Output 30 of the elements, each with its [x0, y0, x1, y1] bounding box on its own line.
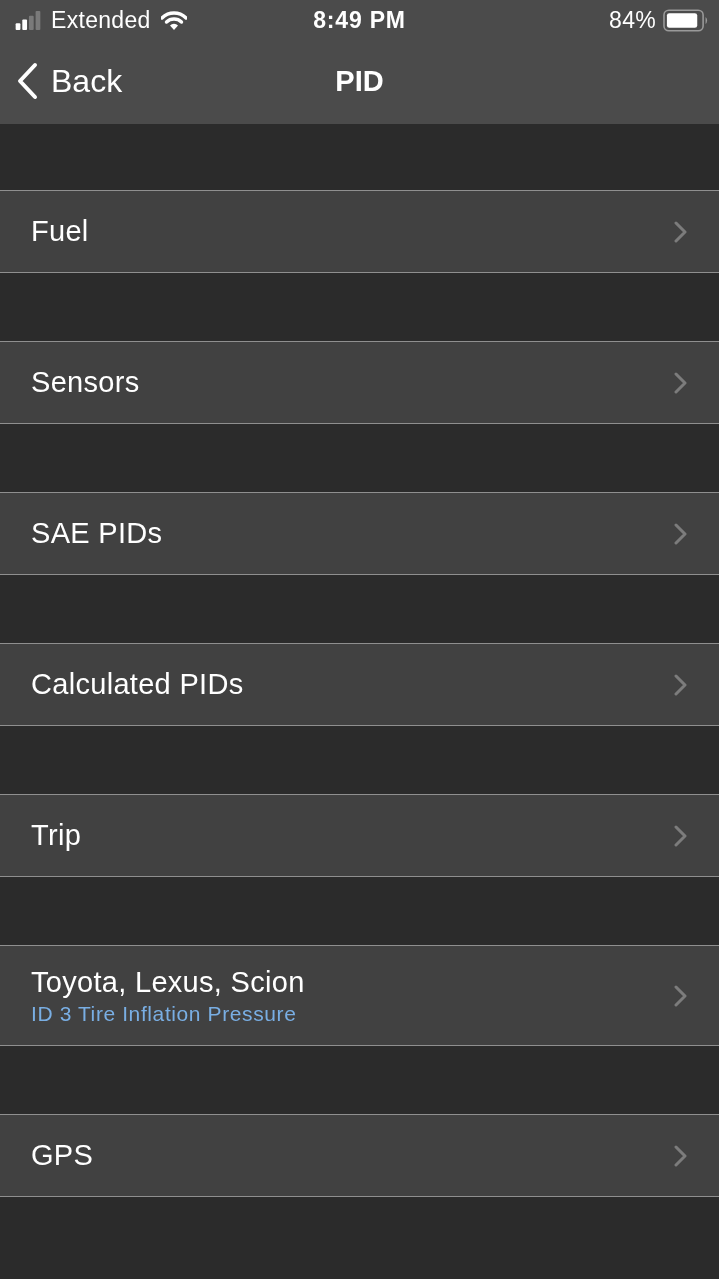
- battery-percent: 84%: [609, 6, 656, 34]
- menu-row[interactable]: Sensors: [0, 341, 719, 424]
- row-title: Calculated PIDs: [31, 668, 244, 701]
- row-title: Sensors: [31, 366, 140, 399]
- row-title: SAE PIDs: [31, 517, 163, 550]
- row-title: Toyota, Lexus, Scion: [31, 965, 305, 999]
- menu-row[interactable]: Toyota, Lexus, Scion ID 3 Tire Inflation Pressure: [0, 945, 719, 1046]
- chevron-right-icon: [674, 522, 687, 545]
- status-time: 8:49 PM: [313, 6, 406, 34]
- row-subtitle: ID 3 Tire Inflation Pressure: [31, 1001, 298, 1026]
- chevron-right-icon: [674, 824, 687, 847]
- chevron-right-icon: [674, 673, 687, 696]
- chevron-right-icon: [674, 220, 687, 243]
- menu-row[interactable]: Trip: [0, 794, 719, 877]
- row-title: GPS: [31, 1139, 94, 1172]
- chevron-right-icon: [674, 1144, 687, 1167]
- menu-row[interactable]: SAE PIDs: [0, 492, 719, 575]
- menu-row[interactable]: Fuel: [0, 190, 719, 273]
- menu-row[interactable]: Calculated PIDs: [0, 643, 719, 726]
- back-button[interactable]: Back: [0, 56, 127, 106]
- row-title: Fuel: [31, 215, 89, 248]
- back-chevron-icon: [16, 62, 38, 100]
- chevron-right-icon: [674, 984, 687, 1007]
- wifi-icon: [160, 10, 187, 30]
- menu-row[interactable]: GPS: [0, 1114, 719, 1197]
- battery-icon: [663, 8, 708, 32]
- carrier-name: Extended: [51, 6, 151, 34]
- screen-title: PID: [335, 64, 384, 98]
- chevron-right-icon: [674, 371, 687, 394]
- row-title: Trip: [31, 819, 82, 852]
